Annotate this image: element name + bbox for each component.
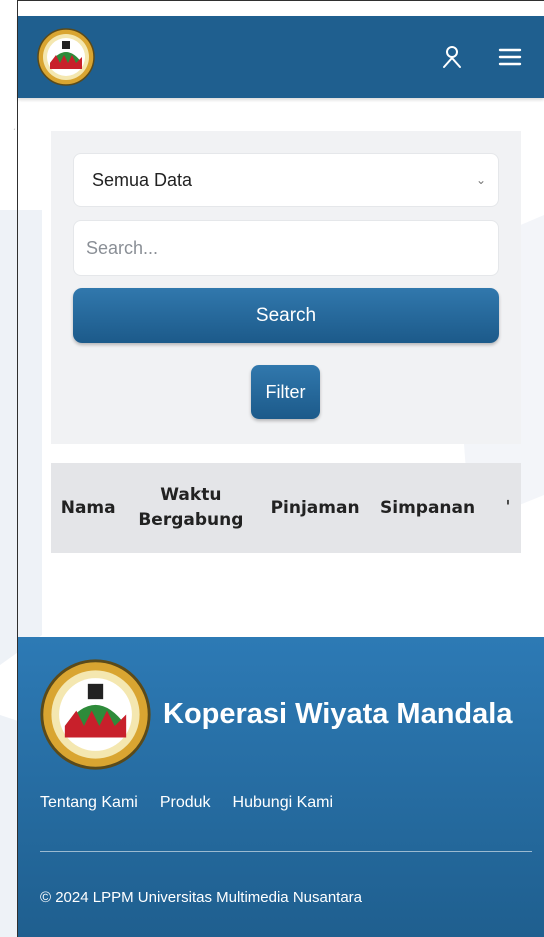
footer-copyright: © 2024 LPPM Universitas Multimedia Nusan…	[40, 889, 363, 906]
footer-link-produk[interactable]: Produk	[160, 794, 211, 812]
member-table: Nama Waktu Bergabung Pinjaman Simpanan ˈ	[51, 463, 521, 553]
koperasi-logo	[40, 659, 151, 770]
site-footer: Koperasi Wiyata Mandala Tentang Kami Pro…	[18, 637, 544, 937]
column-header-nama[interactable]: Nama	[51, 496, 125, 521]
hamburger-menu-icon[interactable]	[496, 43, 524, 71]
footer-link-hubungi-kami[interactable]: Hubungi Kami	[233, 794, 334, 812]
footer-divider	[40, 851, 532, 852]
search-panel: Semua Data ⌄ Search... Search Filter	[51, 131, 521, 444]
koperasi-logo[interactable]	[36, 27, 96, 87]
select-value: Semua Data	[92, 169, 193, 190]
footer-link-tentang-kami[interactable]: Tentang Kami	[40, 794, 138, 812]
search-button[interactable]: Search	[73, 288, 499, 343]
column-header-simpanan[interactable]: Simpanan	[374, 496, 482, 521]
footer-title: Koperasi Wiyata Mandala	[163, 698, 513, 730]
top-navbar	[18, 16, 544, 98]
column-header-pinjaman[interactable]: Pinjaman	[256, 496, 373, 521]
table-header-row: Nama Waktu Bergabung Pinjaman Simpanan ˈ	[51, 463, 521, 553]
footer-links: Tentang Kami Produk Hubungi Kami	[40, 794, 333, 812]
column-header-overflow: ˈ	[505, 497, 511, 518]
filter-button[interactable]: Filter	[251, 365, 320, 419]
chevron-down-icon: ⌄	[475, 173, 486, 187]
user-icon[interactable]	[438, 43, 466, 71]
search-input[interactable]: Search...	[73, 220, 499, 276]
nav-icon-group	[438, 43, 524, 71]
data-filter-select[interactable]: Semua Data ⌄	[73, 153, 499, 207]
footer-brand: Koperasi Wiyata Mandala	[38, 657, 512, 772]
decorative-tick: ˊ	[13, 128, 16, 137]
search-placeholder: Search...	[86, 237, 159, 258]
column-header-waktu-bergabung[interactable]: Waktu Bergabung	[125, 483, 256, 533]
